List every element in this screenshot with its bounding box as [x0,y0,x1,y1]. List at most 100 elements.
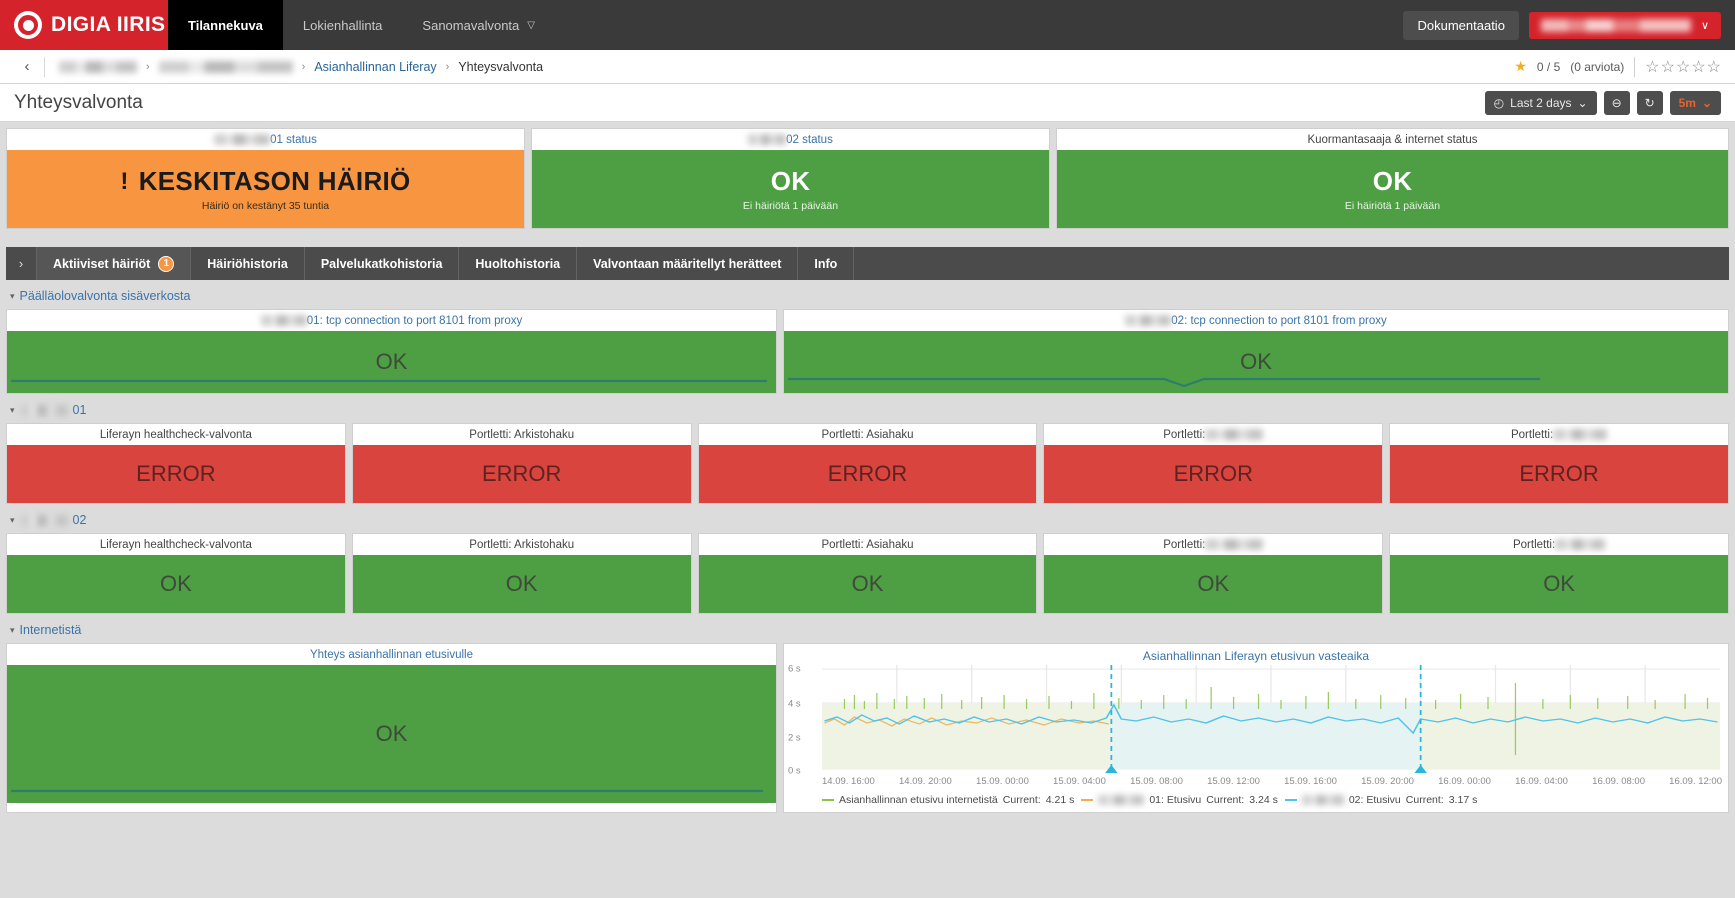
refresh-button[interactable]: ↻ [1636,90,1663,115]
panel-title-text: 02 status [786,133,833,146]
section-node-name-redacted [19,404,68,416]
card-status-ok: OK [352,555,691,613]
card-portlet-asiahaku-node01[interactable]: Portletti: Asiahaku ERROR [697,423,1038,504]
star-outline-icon[interactable]: ☆ [1676,57,1690,77]
documentation-button[interactable]: Dokumentaatio [1403,10,1519,40]
star-outline-icon[interactable]: ☆ [1645,57,1659,77]
tab-huoltohistoria[interactable]: Huoltohistoria [459,247,578,280]
section-header-paallaolovalvonta[interactable]: ▾ Päälläolovalvonta sisäverkosta [0,280,1735,309]
card-portlet-redacted-1-node02[interactable]: Portletti: OK [1043,533,1384,614]
section-header-node-02[interactable]: ▾ 02 [0,504,1735,533]
legend-item-node01[interactable]: 01: Etusivu Current: 3.24 s [1081,794,1278,806]
tab-hairiohistoria[interactable]: Häiriöhistoria [191,247,305,280]
breadcrumb-item-current: Yhteysvalvonta [458,59,544,74]
section-header-node-01[interactable]: ▾ 01 [0,394,1735,423]
section-node-name-redacted [19,514,68,526]
legend-item-node02[interactable]: 02: Etusivu Current: 3.17 s [1284,794,1477,806]
card-status-ok: OK [7,665,776,803]
breadcrumb-item-liferay[interactable]: Asianhallinnan Liferay [314,60,436,74]
status-subtext: Ei häiriötä 1 päivään [1344,200,1441,212]
tab-expand-toggle[interactable]: › [6,247,37,280]
status-body-warn: ! KESKITASON HÄIRIÖ Häiriö on kestänyt 3… [7,150,524,228]
legend-current-label: Current: [1206,794,1245,806]
section-header-internetista[interactable]: ▾ Internetistä [0,614,1735,643]
sparkline-chart [788,377,1540,387]
brand-logo[interactable]: DIGIA IIRIS [0,0,168,50]
tab-valvontaan-maaritellyt-heratteet[interactable]: Valvontaan määritellyt herätteet [577,247,799,280]
star-outline-icon[interactable]: ☆ [1707,57,1721,77]
status-panel-node-02: 02 status OK Ei häiriötä 1 päivään [531,128,1050,229]
tab-aktiiviset-hairiot[interactable]: Aktiiviset häiriöt 1 [37,247,192,280]
chart-title: Asianhallinnan Liferayn etusivun vasteai… [1142,649,1370,663]
nav-item-sanomavalvonta[interactable]: Sanomavalvonta ▽ [402,0,555,50]
page-title: Yhteysvalvonta [14,91,143,113]
panel-title: Kuormantasaaja & internet status [1057,129,1728,150]
section-row-node-02: Liferayn healthcheck-valvonta OK Portlet… [0,533,1735,614]
digia-logo-icon [14,11,42,39]
card-portlet-arkistohaku-node01[interactable]: Portletti: Arkistohaku ERROR [351,423,692,504]
card-status-value: OK [1240,349,1272,374]
star-outline-icon[interactable]: ☆ [1691,57,1705,77]
card-title: Portletti: Arkistohaku [352,534,691,555]
card-portlet-redacted-1-node01[interactable]: Portletti: ERROR [1043,423,1384,504]
breadcrumb-bar: ‹ › › Asianhallinnan Liferay › Yhteysval… [0,50,1735,84]
portlet-name-redacted [1205,429,1264,440]
status-panel-row: 01 status ! KESKITASON HÄIRIÖ Häiriö on … [0,122,1735,229]
breadcrumb-item-redacted-2[interactable] [158,60,293,73]
legend-item-internet[interactable]: Asianhallinnan etusivu internetistä Curr… [822,794,1074,806]
card-title: Portletti: Asiahaku [698,424,1037,445]
response-time-chart-panel[interactable]: Asianhallinnan Liferayn etusivun vasteai… [783,643,1729,813]
star-outline-icon[interactable]: ☆ [1661,57,1675,77]
card-healthcheck-node02[interactable]: Liferayn healthcheck-valvonta OK [6,533,346,614]
card-status-ok: OK [7,331,776,393]
nav-item-tilannekuva[interactable]: Tilannekuva [168,0,283,50]
user-menu-button[interactable]: ∨ [1528,11,1721,39]
tab-bar: › Aktiiviset häiriöt 1 Häiriöhistoria Pa… [6,247,1729,280]
chart-plot-area: 6 s 4 s 2 s 0 s [788,664,1720,776]
breadcrumb-item-redacted-1[interactable] [59,60,137,73]
legend-color-swatch [822,799,834,801]
card-status-ok: OK [7,555,345,613]
tab-palvelukatkohistoria[interactable]: Palvelukatkohistoria [305,247,460,280]
card-status-value: OK [375,721,408,746]
y-axis-tick: 2 s [788,732,801,744]
node-name-redacted [748,134,787,145]
main-nav-items: Tilannekuva Lokienhallinta Sanomavalvont… [168,0,555,50]
y-axis-tick: 6 s [788,663,801,675]
x-axis-tick: 15.09. 16:00 [1284,776,1337,787]
tab-label: Info [814,256,838,271]
card-portlet-redacted-2-node01[interactable]: Portletti: ERROR [1389,423,1729,504]
section-row-internetista: Yhteys asianhallinnan etusivulle OK Asia… [0,643,1735,819]
y-axis-tick: 4 s [788,698,801,710]
card-title-text: 01: tcp connection to port 8101 from pro… [306,314,523,327]
card-portlet-arkistohaku-node02[interactable]: Portletti: Arkistohaku OK [351,533,692,614]
star-icon: ★ [1514,58,1527,74]
dashboard-page: DIGIA IIRIS Tilannekuva Lokienhallinta S… [0,0,1735,898]
zoom-out-button[interactable]: ⊖ [1603,90,1630,115]
card-status-ok: OK [1044,555,1383,613]
card-healthcheck-node01[interactable]: Liferayn healthcheck-valvonta ERROR [6,423,346,504]
card-tcp-8101-node02[interactable]: 02: tcp connection to port 8101 from pro… [783,309,1729,394]
time-range-picker[interactable]: ◴ Last 2 days ⌄ [1484,90,1597,115]
card-status-ok: OK [698,555,1037,613]
card-tcp-8101-node01[interactable]: 01: tcp connection to port 8101 from pro… [6,309,777,394]
legend-current-label: Current: [1002,794,1041,806]
rating-stars-input[interactable]: ☆ ☆ ☆ ☆ ☆ [1645,57,1721,77]
tab-label: Valvontaan määritellyt herätteet [593,256,782,271]
page-title-bar: Yhteysvalvonta ◴ Last 2 days ⌄ ⊖ ↻ 5m ⌄ [0,84,1735,122]
nav-item-lokienhallinta[interactable]: Lokienhallinta [283,0,403,50]
nav-label: Tilannekuva [188,17,263,33]
card-status-value: OK [375,349,408,374]
card-portlet-redacted-2-node02[interactable]: Portletti: OK [1389,533,1729,614]
clock-icon: ◴ [1493,95,1505,110]
chevron-down-icon: ▾ [10,624,15,635]
card-yhteys-etusivulle[interactable]: Yhteys asianhallinnan etusivulle OK [6,643,777,813]
zoom-out-icon: ⊖ [1611,95,1622,110]
portlet-name-redacted [1553,429,1608,440]
tab-info[interactable]: Info [798,247,855,280]
back-button[interactable]: ‹ [14,58,40,75]
tab-label: Huoltohistoria [475,256,561,271]
refresh-icon: ↻ [1644,95,1655,110]
refresh-interval-picker[interactable]: 5m ⌄ [1669,90,1721,115]
card-portlet-asiahaku-node02[interactable]: Portletti: Asiahaku OK [697,533,1038,614]
